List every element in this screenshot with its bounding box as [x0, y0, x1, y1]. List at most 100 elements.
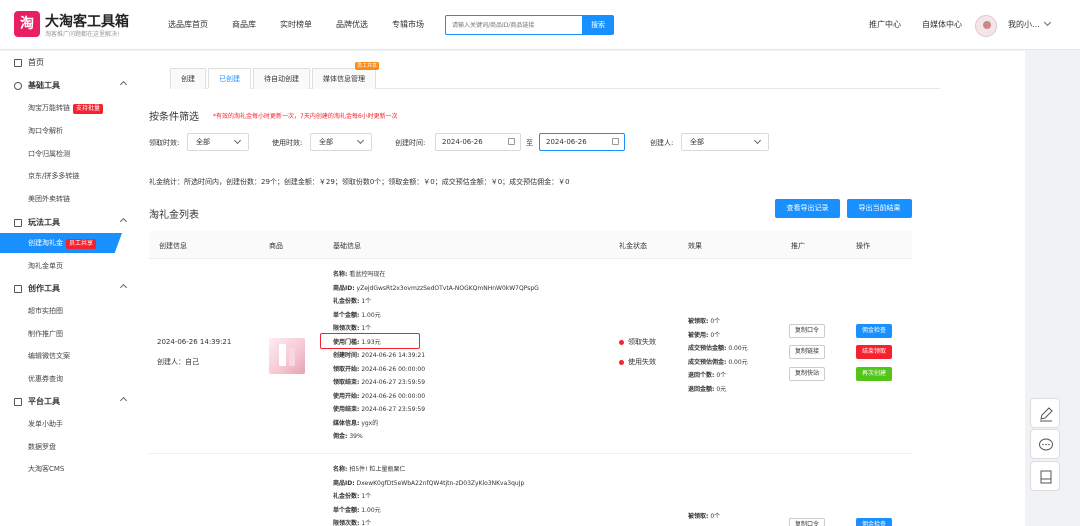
user-name: 我的小... [1008, 20, 1040, 29]
info-key: 礼金份数: [333, 298, 360, 305]
chat-float-button[interactable] [1030, 429, 1060, 459]
info-line: 限领次数: 1个 [333, 323, 371, 332]
chevron-down-icon [1043, 18, 1051, 27]
date-value: 2024-06-26 [546, 138, 587, 146]
effect-key: 被领取: [688, 513, 709, 520]
sidebar-item-taobao-convert[interactable]: 淘宝万能转链 支持批量 [28, 103, 104, 114]
avatar[interactable] [975, 15, 997, 37]
chevron-down-icon [233, 136, 242, 145]
sidebar-group-platform[interactable]: 平台工具 [14, 396, 128, 407]
chat-icon [1039, 438, 1053, 451]
claim-label: 领取时效: [149, 139, 180, 147]
sidebar-item-promo-image[interactable]: 制作推广图 [28, 329, 63, 339]
tab-media-info[interactable]: 媒体信息管理 员工共享 [312, 62, 379, 89]
staff-share-badge: 员工共享 [354, 62, 379, 70]
sidebar-item-data-compass[interactable]: 数据罗盘 [28, 442, 56, 452]
nav-item-products[interactable]: 商品库 [232, 19, 256, 30]
commission-check-button[interactable]: 佣金检查 [856, 518, 892, 526]
date-from-input[interactable]: 2024-06-26 [435, 133, 521, 151]
book-float-button[interactable] [1030, 461, 1060, 491]
tab-created[interactable]: 已创建 [208, 68, 251, 89]
copy-site-button[interactable]: 复制快站 [789, 367, 825, 381]
sidebar-item-label: 淘宝万能转链 [28, 104, 70, 112]
effect-line: 成交预估佣金: 0.00元 [688, 357, 748, 366]
chevron-up-icon [119, 217, 128, 226]
creator: 创建人：自己 [157, 358, 199, 366]
sidebar-item-jd-pdd[interactable]: 京东/拼多多转链 [28, 171, 79, 181]
creator-select[interactable]: 全部 [681, 133, 769, 151]
info-line: 限领次数: 1个 [333, 518, 371, 526]
info-value: 2024-06-27 23:59:59 [359, 379, 426, 386]
commission-check-button[interactable]: 佣金检查 [856, 324, 892, 338]
sidebar-group-basic[interactable]: 基础工具 [14, 80, 128, 91]
copy-link-button[interactable]: 复制链接 [789, 345, 825, 359]
tab-auto-create[interactable]: 待自动创建 [253, 68, 310, 89]
copy-code-button[interactable]: 复制口令 [789, 518, 825, 526]
sidebar-item-create-gift[interactable]: 创建淘礼金 员工共享 [28, 238, 97, 249]
info-line: 创建时间: 2024-06-26 14:39:21 [333, 350, 425, 359]
sidebar-group-play[interactable]: 玩法工具 [14, 217, 128, 228]
col-actions: 操作 [856, 242, 870, 250]
promo-center-link[interactable]: 推广中心 [869, 19, 901, 30]
user-menu[interactable]: 我的小... [1008, 18, 1051, 30]
view-export-records-button[interactable]: 查看导出记录 [775, 199, 840, 218]
sidebar-group-label: 玩法工具 [28, 218, 60, 227]
sidebar-item-meituan[interactable]: 美团外卖转链 [28, 194, 70, 204]
tab-bar: 创建 已创建 待自动创建 媒体信息管理 员工共享 [170, 62, 940, 89]
info-value: ygx的 [359, 419, 379, 427]
search-input[interactable] [445, 15, 582, 35]
sidebar-item-wechat-copy[interactable]: 编辑微信文案 [28, 351, 70, 361]
status-dot [619, 339, 624, 345]
sidebar-group-create[interactable]: 创作工具 [14, 283, 128, 294]
sidebar-item-cms[interactable]: 大淘客CMS [28, 464, 64, 474]
info-value: 0个 [714, 372, 727, 379]
nav-item-realtime[interactable]: 实时榜单 [280, 19, 312, 30]
col-promo: 推广 [791, 242, 805, 250]
info-key: 限领次数: [333, 520, 360, 526]
status-dot [619, 359, 624, 365]
sidebar-item-check[interactable]: 口令归属检测 [28, 149, 70, 159]
sidebar-item-parse[interactable]: 淘口令解析 [28, 126, 63, 136]
created-time-label: 创建时间: [395, 139, 426, 147]
media-center-link[interactable]: 自媒体中心 [922, 19, 962, 30]
sidebar-item-gift-page[interactable]: 淘礼金单页 [28, 261, 63, 271]
chevron-down-icon [356, 136, 365, 145]
use-select[interactable]: 全部 [310, 133, 372, 151]
date-to-input[interactable]: 2024-06-26 [539, 133, 625, 151]
info-value: 1个 [359, 493, 372, 500]
search-button[interactable]: 搜索 [582, 15, 614, 35]
nav-item-brand[interactable]: 品牌优选 [336, 19, 368, 30]
nav-item-album[interactable]: 专辑市场 [392, 19, 424, 30]
info-value: 0元 [714, 385, 727, 393]
created-time: 2024-06-26 14:39:21 [157, 338, 232, 346]
end-claim-button[interactable]: 结束领取 [856, 345, 892, 359]
info-line: 礼金份数: 1个 [333, 491, 371, 500]
nav-item-home[interactable]: 选品库首页 [168, 19, 208, 30]
sidebar-item-home[interactable]: 首页 [14, 57, 126, 68]
info-key: 创建时间: [333, 352, 360, 359]
sidebar-item-order-helper[interactable]: 发单小助手 [28, 419, 63, 429]
info-key: 限领次数: [333, 325, 360, 332]
sidebar-item-coupon-query[interactable]: 优惠券查询 [28, 374, 63, 384]
recreate-button[interactable]: 再次创建 [856, 367, 892, 381]
export-results-button[interactable]: 导出当前结果 [847, 199, 912, 218]
product-thumbnail[interactable] [269, 338, 305, 374]
home-icon [14, 58, 22, 67]
select-value: 全部 [196, 138, 210, 146]
tab-create[interactable]: 创建 [170, 68, 206, 89]
info-value: 2024-06-26 00:00:00 [359, 392, 426, 400]
info-line: 领取结束: 2024-06-27 23:59:59 [333, 377, 425, 386]
row-separator [149, 453, 912, 454]
effect-value: 0个 [710, 513, 721, 520]
info-value: 39% [347, 433, 363, 440]
list-title: 淘礼金列表 [149, 210, 199, 221]
chevron-down-icon [753, 136, 762, 145]
info-value: 1.00元 [359, 311, 381, 319]
sidebar-item-supermarket[interactable]: 超市实拍图 [28, 306, 63, 316]
edit-float-button[interactable] [1030, 398, 1060, 428]
claim-select[interactable]: 全部 [187, 133, 249, 151]
copy-code-button[interactable]: 复制口令 [789, 324, 825, 338]
chevron-up-icon [119, 80, 128, 89]
info-line: 使用结束: 2024-06-27 23:59:59 [333, 404, 425, 413]
info-key: 媒体信息: [333, 419, 360, 427]
